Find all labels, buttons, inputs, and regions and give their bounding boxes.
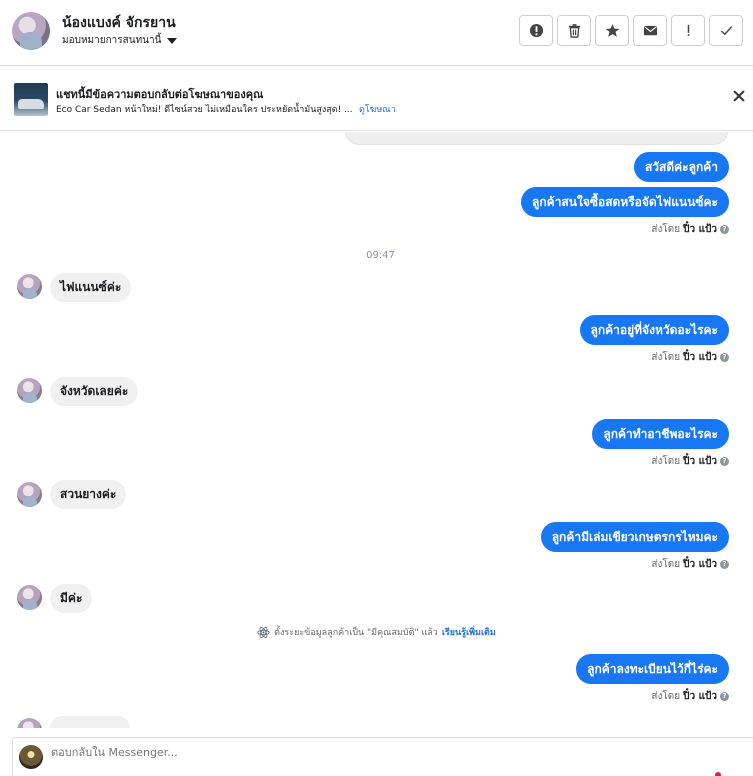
check-icon: [720, 26, 732, 36]
incoming-message[interactable]: ไฟแนนซ์ค่ะ: [50, 273, 132, 302]
sent-by-line: ส่งโดย ปิ๋ว แป้ว ?: [651, 350, 729, 365]
ad-banner-title: แชทนี้มีข้อความตอบกลับต่อโฆษณาของคุณ: [56, 88, 264, 101]
notification-dot: [715, 772, 721, 776]
sent-by-prefix: ส่งโดย: [651, 456, 681, 467]
help-icon[interactable]: ?: [720, 560, 729, 569]
contact-avatar-small[interactable]: [17, 482, 42, 507]
sender-name[interactable]: ปิ๋ว แป้ว: [683, 454, 717, 469]
sender-name[interactable]: ปิ๋ว แป้ว: [683, 350, 717, 365]
star-button[interactable]: [595, 15, 629, 46]
mark-done-button[interactable]: [709, 15, 743, 46]
sent-by-prefix: ส่งโดย: [651, 691, 681, 702]
caret-down-icon: [167, 37, 178, 44]
outgoing-message[interactable]: ลูกค้าอยู่ที่จังหวัดอะไรคะ: [579, 315, 729, 345]
conversation-header: น้องแบงค์ จักรยาน มอบหมายการสนทนานี้: [0, 0, 753, 66]
outgoing-message[interactable]: ลูกค้าลงทะเบียนไว้กี่ไร่คะ: [576, 654, 729, 684]
mail-icon: [643, 25, 657, 36]
reply-composer: [12, 737, 753, 776]
ad-thumbnail[interactable]: [14, 83, 48, 116]
sent-by-line: ส่งโดย ปิ๋ว แป้ว ?: [651, 222, 729, 237]
sent-by-prefix: ส่งโดย: [651, 352, 681, 363]
sent-by-line: ส่งโดย ปิ๋ว แป้ว ?: [651, 557, 729, 572]
contact-avatar-small[interactable]: [17, 585, 42, 610]
help-icon[interactable]: ?: [720, 353, 729, 362]
time-divider: 09:47: [366, 250, 395, 261]
trash-icon: [568, 24, 580, 38]
learn-more-link[interactable]: เรียนรู้เพิ่มเติม: [442, 625, 496, 639]
star-icon: [605, 23, 619, 37]
page-avatar: [19, 745, 43, 769]
sent-by-line: ส่งโดย ปิ๋ว แป้ว ?: [651, 454, 729, 469]
message-thread[interactable]: สวัสดีค่ะลูกค้า ลูกค้าสนใจซื้อสดหรือจัดไ…: [0, 132, 753, 728]
system-note-text: ตั้งระยะข้อมูลลูกค้าเป็น "มีคุณสมบัติ" แ…: [274, 628, 438, 638]
assign-conversation-dropdown[interactable]: มอบหมายการสนทนานี้: [62, 33, 178, 48]
report-icon: [529, 23, 543, 38]
delete-button[interactable]: [557, 15, 591, 46]
incoming-message[interactable]: มีค่ะ: [50, 584, 93, 613]
sent-by-prefix: ส่งโดย: [651, 559, 681, 570]
follow-up-button[interactable]: [671, 15, 705, 46]
help-icon[interactable]: ?: [720, 225, 729, 234]
system-note: ตั้งระยะข้อมูลลูกค้าเป็น "มีคุณสมบัติ" แ…: [0, 625, 753, 639]
image-attachment[interactable]: [345, 132, 728, 145]
help-icon[interactable]: ?: [720, 457, 729, 466]
contact-name[interactable]: น้องแบงค์ จักรยาน: [62, 12, 176, 34]
sender-name[interactable]: ปิ๋ว แป้ว: [683, 557, 717, 572]
atom-icon: [257, 626, 270, 638]
contact-avatar-small[interactable]: [17, 718, 42, 728]
reply-input[interactable]: [51, 746, 651, 759]
view-ad-link[interactable]: ดูโฆษณา: [359, 102, 396, 116]
exclamation-icon: [687, 24, 689, 36]
outgoing-message[interactable]: สวัสดีค่ะลูกค้า: [633, 152, 729, 182]
ad-reply-banner: แชทนี้มีข้อความตอบกลับต่อโฆษณาของคุณ Eco…: [0, 67, 753, 131]
sender-name[interactable]: ปิ๋ว แป้ว: [683, 222, 717, 237]
incoming-message-partial[interactable]: [50, 716, 130, 728]
report-button[interactable]: [519, 15, 553, 46]
ad-banner-subtitle: Eco Car Sedan หน้าใหม่! ดีไซน์สวย ไม่เหม…: [56, 105, 353, 115]
outgoing-message[interactable]: ลูกค้าสนใจซื้อสดหรือจัดไฟแนนซ์คะ: [521, 187, 729, 217]
outgoing-message[interactable]: ลูกค้ามีเล่มเขียวเกษตรกรไหมคะ: [540, 522, 729, 552]
outgoing-message[interactable]: ลูกค้าทำอาชีพอะไรคะ: [592, 419, 729, 449]
mark-unread-button[interactable]: [633, 15, 667, 46]
contact-avatar-small[interactable]: [17, 274, 42, 299]
incoming-message[interactable]: สวนยางค่ะ: [50, 480, 127, 509]
assign-label: มอบหมายการสนทนานี้: [62, 35, 162, 46]
conversation-toolbar: [519, 15, 743, 46]
contact-avatar-small[interactable]: [17, 378, 42, 403]
sent-by-line: ส่งโดย ปิ๋ว แป้ว ?: [651, 689, 729, 704]
help-icon[interactable]: ?: [720, 692, 729, 701]
contact-avatar[interactable]: [12, 12, 50, 50]
incoming-message[interactable]: จังหวัดเลยค่ะ: [50, 377, 139, 406]
close-icon[interactable]: [732, 89, 746, 103]
sent-by-prefix: ส่งโดย: [651, 224, 681, 235]
sender-name[interactable]: ปิ๋ว แป้ว: [683, 689, 717, 704]
